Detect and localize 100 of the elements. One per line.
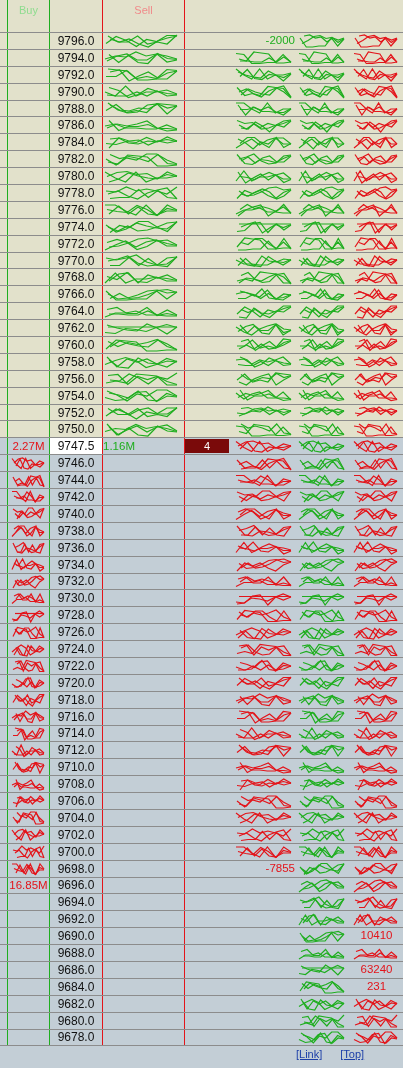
price-level: 9762.0: [56, 320, 96, 337]
price-level: 9718.0: [56, 691, 96, 708]
price-row[interactable]: 9780.0: [0, 168, 403, 185]
cell-value: 63240: [360, 964, 393, 976]
price-level: 9794.0: [56, 49, 96, 66]
price-level: 9702.0: [56, 826, 96, 843]
price-level: 9690.0: [56, 928, 96, 945]
price-row[interactable]: 9688.0: [0, 945, 403, 962]
price-level: 9772.0: [56, 235, 96, 252]
price-level: 9684.0: [56, 978, 96, 995]
price-row[interactable]: 9730.0: [0, 590, 403, 608]
price-level: 9760.0: [56, 337, 96, 353]
price-level: 9696.0: [56, 877, 96, 894]
price-row[interactable]: 9744.0: [0, 472, 403, 490]
price-row[interactable]: 9694.0: [0, 894, 403, 912]
footer-link[interactable]: [Link]: [296, 1048, 323, 1061]
cell-value: 231: [366, 981, 387, 993]
price-level: 9698.0: [56, 860, 96, 877]
cell-value: 1.16M: [103, 440, 135, 453]
price-level: 9780.0: [56, 168, 96, 184]
price-level: 9784.0: [56, 134, 96, 151]
cell-value: 10410: [360, 930, 393, 942]
price-row[interactable]: 9690.0 10410: [0, 928, 403, 946]
price-row[interactable]: 9726.0: [0, 624, 403, 642]
footer-link[interactable]: [Top]: [340, 1048, 365, 1061]
price-level: 9734.0: [56, 556, 96, 573]
price-level: 9788.0: [56, 100, 96, 117]
price-row[interactable]: 9784.0: [0, 134, 403, 152]
cell-value: -7855: [265, 862, 295, 875]
price-level: 9728.0: [56, 607, 96, 624]
price-level: 9782.0: [56, 151, 96, 168]
cell-value: 2.27M: [12, 440, 45, 453]
price-level: 9692.0: [56, 911, 96, 928]
price-level: 9716.0: [56, 708, 96, 725]
price-row[interactable]: 9764.0: [0, 303, 403, 321]
order-badge: 4: [185, 439, 229, 454]
price-level: 9740.0: [56, 505, 96, 522]
price-level: 9752.0: [56, 404, 96, 421]
price-level: 9686.0: [56, 962, 96, 978]
price-level: 9750.0: [56, 421, 96, 438]
price-level: 9700.0: [56, 843, 96, 860]
price-level: 9754.0: [56, 387, 96, 404]
cell-value: 16.85M: [9, 879, 48, 892]
price-level: 9744.0: [56, 472, 96, 489]
price-row[interactable]: 9796.0 -2000: [0, 33, 403, 50]
price-row[interactable]: 9708.0: [0, 776, 403, 794]
price-level: 9766.0: [56, 286, 96, 303]
price-level: 9796.0: [56, 33, 96, 49]
price-row[interactable]: 9768.0: [0, 269, 403, 287]
price-row[interactable]: 9778.0: [0, 185, 403, 202]
price-level: 9738.0: [56, 522, 96, 539]
price-row[interactable]: 9782.0: [0, 151, 403, 169]
price-level: 9742.0: [56, 489, 96, 505]
price-row[interactable]: 9724.0: [0, 641, 403, 658]
price-level: 9704.0: [56, 809, 96, 826]
price-row[interactable]: 9712.0: [0, 742, 403, 760]
price-level: 9722.0: [56, 657, 96, 674]
price-row[interactable]: 9710.0: [0, 759, 403, 777]
price-level: 9790.0: [56, 83, 96, 100]
cell-value: -2000: [265, 35, 295, 47]
price-level: 9682.0: [56, 995, 96, 1012]
price-level: 9710.0: [56, 759, 96, 776]
price-row[interactable]: 9742.0: [0, 489, 403, 506]
price-level: 9768.0: [56, 269, 96, 286]
price-level: 9756.0: [56, 370, 96, 387]
price-level: 9708.0: [56, 776, 96, 793]
price-row[interactable]: 9762.0: [0, 320, 403, 338]
price-row[interactable]: 9706.0: [0, 793, 403, 810]
price-level: 9694.0: [56, 894, 96, 911]
price-level: 9706.0: [56, 793, 96, 809]
price-level: 9792.0: [56, 66, 96, 83]
price-level: 9776.0: [56, 201, 96, 218]
price-row[interactable]: 9746.0: [0, 455, 403, 473]
price-level: 9736.0: [56, 539, 96, 556]
price-level: 9678.0: [56, 1029, 96, 1046]
price-level: 9747.5: [50, 438, 102, 455]
buy-header: Buy: [19, 4, 38, 16]
price-row[interactable]: 2.27M 9747.5 1.16M 4: [0, 438, 403, 456]
price-level: 9720.0: [56, 674, 96, 691]
price-level: 9730.0: [56, 590, 96, 607]
price-row[interactable]: 9728.0: [0, 607, 403, 625]
price-level: 9786.0: [56, 117, 96, 134]
price-row[interactable]: 9760.0: [0, 337, 403, 354]
price-level: 9688.0: [56, 945, 96, 961]
price-level: 9724.0: [56, 641, 96, 657]
price-level: 9758.0: [56, 353, 96, 370]
price-level: 9680.0: [56, 1012, 96, 1029]
price-level: 9732.0: [56, 573, 96, 590]
price-level: 9770.0: [56, 252, 96, 269]
price-level: 9714.0: [56, 725, 96, 742]
price-level: 9774.0: [56, 218, 96, 235]
price-level: 9764.0: [56, 303, 96, 320]
price-level: 9726.0: [56, 624, 96, 641]
price-row[interactable]: 9692.0: [0, 911, 403, 929]
sell-header: Sell: [134, 4, 153, 16]
price-row[interactable]: 9766.0: [0, 286, 403, 304]
price-level: 9746.0: [56, 455, 96, 472]
price-level: 9712.0: [56, 742, 96, 759]
price-row[interactable]: 9786.0: [0, 117, 403, 135]
price-row[interactable]: 9750.0: [0, 421, 403, 439]
